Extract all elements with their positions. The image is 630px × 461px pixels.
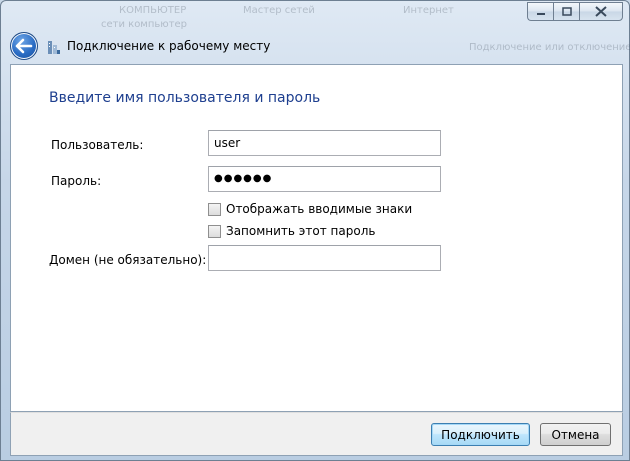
back-button[interactable]	[10, 32, 38, 60]
password-label: Пароль:	[51, 174, 102, 188]
remember-password-checkbox[interactable]	[208, 224, 221, 238]
ghost-text: Мастер сетей	[243, 5, 315, 16]
ghost-text: сети компьютер	[101, 19, 188, 30]
window-title: Подключение к рабочему месту	[67, 39, 271, 53]
show-chars-row[interactable]: Отображать вводимые знаки	[208, 202, 412, 216]
connect-button[interactable]: Подключить	[431, 423, 530, 446]
close-icon	[595, 6, 607, 17]
window-frame: КОМПЬЮТЕР Мастер сетей Интернет сети ком…	[0, 0, 630, 461]
remember-password-row[interactable]: Запомнить этот пароль	[208, 224, 375, 238]
maximize-button[interactable]	[553, 2, 579, 21]
page-title: Введите имя пользователя и пароль	[49, 90, 321, 106]
minimize-icon	[536, 12, 545, 15]
ghost-text: КОМПЬЮТЕР	[119, 5, 187, 16]
password-input[interactable]: ●●●●●●	[208, 166, 441, 192]
show-chars-checkbox[interactable]	[208, 202, 221, 216]
network-connection-icon	[48, 41, 60, 54]
content-panel: Введите имя пользователя и пароль Пользо…	[10, 64, 623, 412]
ghost-text: Подключение или отключение	[469, 42, 630, 53]
cancel-button[interactable]: Отмена	[540, 423, 611, 446]
maximize-icon	[561, 6, 572, 16]
close-button[interactable]	[579, 2, 623, 21]
remember-password-label[interactable]: Запомнить этот пароль	[226, 224, 375, 238]
button-bar: Подключить Отмена	[10, 412, 623, 456]
domain-input[interactable]	[208, 245, 441, 271]
ghost-text: Интернет	[403, 5, 454, 16]
user-label: Пользователь:	[51, 138, 144, 152]
minimize-button[interactable]	[527, 2, 553, 21]
domain-label: Домен (не обязательно):	[49, 253, 207, 267]
show-chars-label[interactable]: Отображать вводимые знаки	[226, 202, 412, 216]
back-arrow-icon	[15, 38, 33, 54]
username-input[interactable]: user	[208, 130, 441, 156]
caption-buttons	[527, 2, 623, 22]
